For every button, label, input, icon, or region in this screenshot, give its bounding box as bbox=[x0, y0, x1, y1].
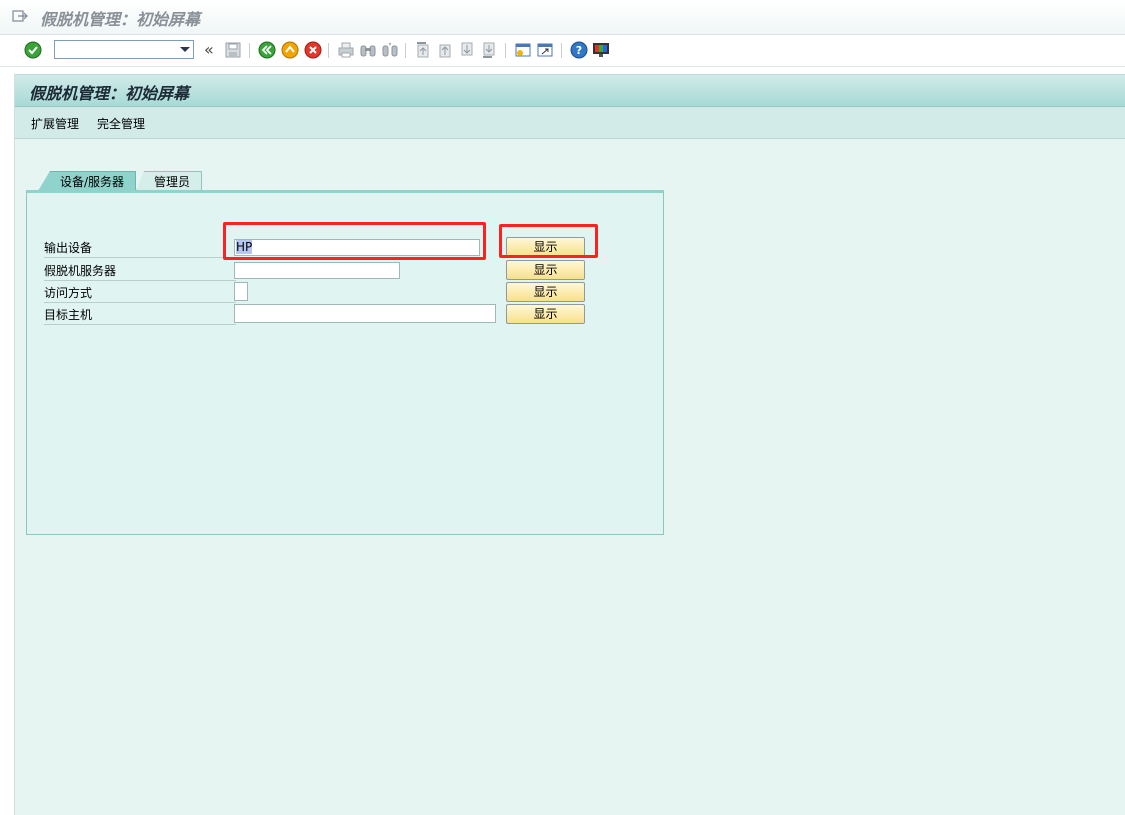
shortcut-icon[interactable] bbox=[536, 41, 554, 59]
display-target-host-button[interactable]: 显示 bbox=[506, 304, 585, 324]
target-host-label: 目标主机 bbox=[44, 306, 236, 325]
screen-title: 假脱机管理：初始屏幕 bbox=[29, 84, 190, 103]
exit-icon[interactable] bbox=[281, 41, 299, 59]
cancel-icon[interactable] bbox=[304, 41, 322, 59]
spool-server-label: 假脱机服务器 bbox=[44, 262, 236, 281]
svg-text:?: ? bbox=[576, 44, 582, 57]
window-title: 假脱机管理：初始屏幕 bbox=[40, 10, 201, 29]
window-menu-icon[interactable] bbox=[12, 9, 28, 23]
command-input[interactable] bbox=[55, 41, 179, 58]
access-method-input[interactable] bbox=[234, 282, 248, 301]
main-content: 假脱机管理：初始屏幕 扩展管理 完全管理 设备/服务器 管理员 输出设备 HP … bbox=[14, 74, 1125, 815]
tab-devices-servers[interactable]: 设备/服务器 bbox=[38, 171, 136, 191]
window-titlebar: 假脱机管理：初始屏幕 bbox=[0, 0, 1125, 35]
tab-administrator[interactable]: 管理员 bbox=[136, 171, 202, 191]
previous-page-icon[interactable] bbox=[436, 41, 454, 59]
display-access-method-button[interactable]: 显示 bbox=[506, 282, 585, 302]
last-page-icon[interactable] bbox=[480, 41, 498, 59]
application-toolbar: 扩展管理 完全管理 bbox=[15, 107, 1125, 139]
next-page-icon[interactable] bbox=[458, 41, 476, 59]
command-field[interactable] bbox=[54, 40, 194, 59]
target-host-input[interactable] bbox=[234, 304, 496, 323]
find-next-icon[interactable] bbox=[381, 41, 399, 59]
chevron-down-icon[interactable] bbox=[180, 47, 190, 52]
extended-admin-button[interactable]: 扩展管理 bbox=[31, 115, 79, 132]
first-page-icon[interactable] bbox=[414, 41, 432, 59]
full-admin-button[interactable]: 完全管理 bbox=[97, 115, 145, 132]
print-icon[interactable] bbox=[337, 41, 355, 59]
create-session-icon[interactable] bbox=[514, 41, 532, 59]
back-icon[interactable] bbox=[258, 41, 276, 59]
find-icon[interactable] bbox=[359, 41, 377, 59]
screen-title-bar: 假脱机管理：初始屏幕 bbox=[15, 74, 1125, 107]
history-glyph[interactable]: « bbox=[204, 40, 214, 59]
highlight-box-display-button bbox=[499, 224, 598, 258]
help-icon[interactable]: ? bbox=[570, 41, 588, 59]
display-spool-server-button[interactable]: 显示 bbox=[506, 260, 585, 280]
enter-icon[interactable] bbox=[24, 41, 42, 59]
customize-layout-icon[interactable] bbox=[592, 41, 610, 59]
access-method-label: 访问方式 bbox=[44, 284, 236, 303]
system-toolbar: « ? bbox=[0, 35, 1125, 67]
spool-server-input[interactable] bbox=[234, 262, 400, 279]
highlight-box-output-device bbox=[223, 222, 486, 260]
output-device-label: 输出设备 bbox=[44, 239, 236, 258]
save-icon[interactable] bbox=[224, 41, 242, 59]
